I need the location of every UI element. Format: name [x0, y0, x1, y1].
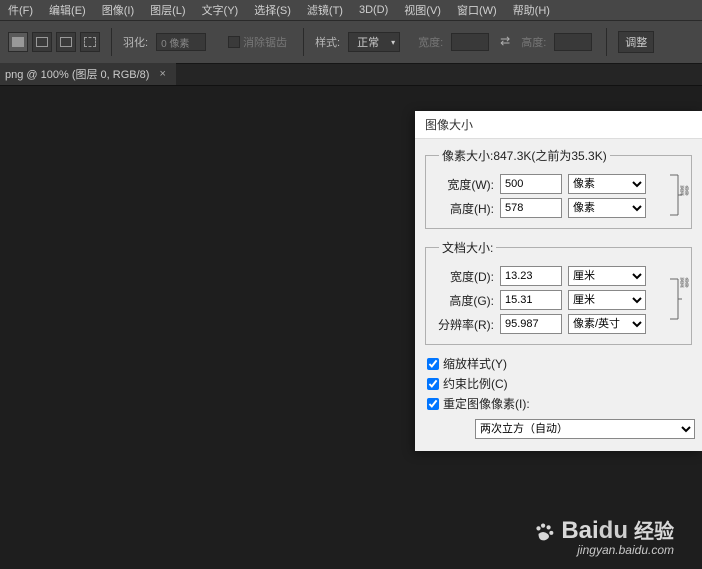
- menu-item[interactable]: 3D(D): [351, 4, 396, 16]
- resolution-label: 分辨率(R):: [436, 316, 494, 333]
- watermark-brand: Baidu: [561, 517, 628, 545]
- doc-width-unit-select[interactable]: 厘米: [568, 266, 646, 286]
- style-label: 样式:: [315, 34, 340, 50]
- scale-styles-label: 缩放样式(Y): [443, 355, 507, 372]
- image-size-dialog: 图像大小 像素大小:847.3K(之前为35.3K) 宽度(W): 像素 高度(…: [415, 111, 702, 451]
- options-bar: 羽化: 消除锯齿 样式: 正常 宽度: ⇄ 高度: 调整: [0, 20, 702, 64]
- menu-item[interactable]: 图层(L): [142, 2, 193, 18]
- selection-intersect-icon[interactable]: [80, 32, 100, 52]
- document-tab-label: png @ 100% (图层 0, RGB/8): [5, 66, 149, 82]
- width-input: [451, 33, 489, 51]
- document-dimensions-legend: 文档大小:: [439, 239, 496, 256]
- resample-checkbox[interactable]: [427, 398, 439, 410]
- menu-item[interactable]: 视图(V): [396, 2, 449, 18]
- pixel-width-input[interactable]: [500, 174, 562, 194]
- link-icon: ⛓: [667, 170, 685, 220]
- document-tab[interactable]: png @ 100% (图层 0, RGB/8) ×: [0, 63, 176, 85]
- menu-item[interactable]: 选择(S): [246, 2, 299, 18]
- constrain-checkbox[interactable]: [427, 378, 439, 390]
- doc-width-label: 宽度(D):: [436, 268, 494, 285]
- pixel-dimensions-legend: 像素大小:847.3K(之前为35.3K): [439, 147, 610, 164]
- menu-bar: 件(F) 编辑(E) 图像(I) 图层(L) 文字(Y) 选择(S) 滤镜(T)…: [0, 0, 702, 20]
- height-input: [554, 33, 592, 51]
- resolution-unit-select[interactable]: 像素/英寸: [568, 314, 646, 334]
- antialias-checkbox: [228, 36, 240, 48]
- pixel-height-input[interactable]: [500, 198, 562, 218]
- menu-item[interactable]: 图像(I): [94, 2, 142, 18]
- scale-styles-checkbox[interactable]: [427, 358, 439, 370]
- selection-add-icon[interactable]: [32, 32, 52, 52]
- menu-item[interactable]: 滤镜(T): [299, 2, 351, 18]
- width-label: 宽度:: [418, 34, 443, 50]
- document-dimensions-group: 文档大小: 宽度(D): 厘米 高度(G): 厘米 分辨率(R):: [425, 239, 692, 345]
- menu-item[interactable]: 窗口(W): [449, 2, 505, 18]
- document-tabs: png @ 100% (图层 0, RGB/8) ×: [0, 64, 702, 86]
- resolution-input[interactable]: [500, 314, 562, 334]
- dialog-title: 图像大小: [415, 111, 702, 139]
- style-dropdown[interactable]: 正常: [348, 32, 400, 52]
- watermark-brand-cn: 经验: [634, 515, 674, 544]
- watermark-url: jingyan.baidu.com: [533, 543, 674, 557]
- selection-new-icon[interactable]: [8, 32, 28, 52]
- watermark: Baidu 经验 jingyan.baidu.com: [533, 515, 674, 557]
- constrain-label: 约束比例(C): [443, 375, 508, 392]
- paw-icon: [533, 521, 555, 543]
- menu-item[interactable]: 编辑(E): [41, 2, 94, 18]
- antialias-label: 消除锯齿: [243, 34, 287, 50]
- link-icon: ⛓: [667, 262, 685, 336]
- pixel-height-unit-select[interactable]: 像素: [568, 198, 646, 218]
- feather-label: 羽化:: [123, 34, 148, 50]
- feather-input[interactable]: [156, 33, 206, 51]
- pixel-dimensions-group: 像素大小:847.3K(之前为35.3K) 宽度(W): 像素 高度(H): 像…: [425, 147, 692, 229]
- resample-label: 重定图像像素(I):: [443, 395, 530, 412]
- doc-height-unit-select[interactable]: 厘米: [568, 290, 646, 310]
- doc-height-input[interactable]: [500, 290, 562, 310]
- menu-item[interactable]: 帮助(H): [505, 2, 558, 18]
- resample-method-select[interactable]: 两次立方（自动）: [475, 419, 695, 439]
- adjust-button[interactable]: 调整: [618, 31, 654, 53]
- close-icon[interactable]: ×: [159, 68, 165, 80]
- pixel-width-label: 宽度(W):: [436, 176, 494, 193]
- selection-subtract-icon[interactable]: [56, 32, 76, 52]
- swap-dimensions-icon[interactable]: ⇄: [497, 34, 513, 50]
- pixel-width-unit-select[interactable]: 像素: [568, 174, 646, 194]
- doc-width-input[interactable]: [500, 266, 562, 286]
- height-label: 高度:: [521, 34, 546, 50]
- pixel-height-label: 高度(H):: [436, 200, 494, 217]
- menu-item[interactable]: 件(F): [0, 2, 41, 18]
- menu-item[interactable]: 文字(Y): [194, 2, 247, 18]
- doc-height-label: 高度(G):: [436, 292, 494, 309]
